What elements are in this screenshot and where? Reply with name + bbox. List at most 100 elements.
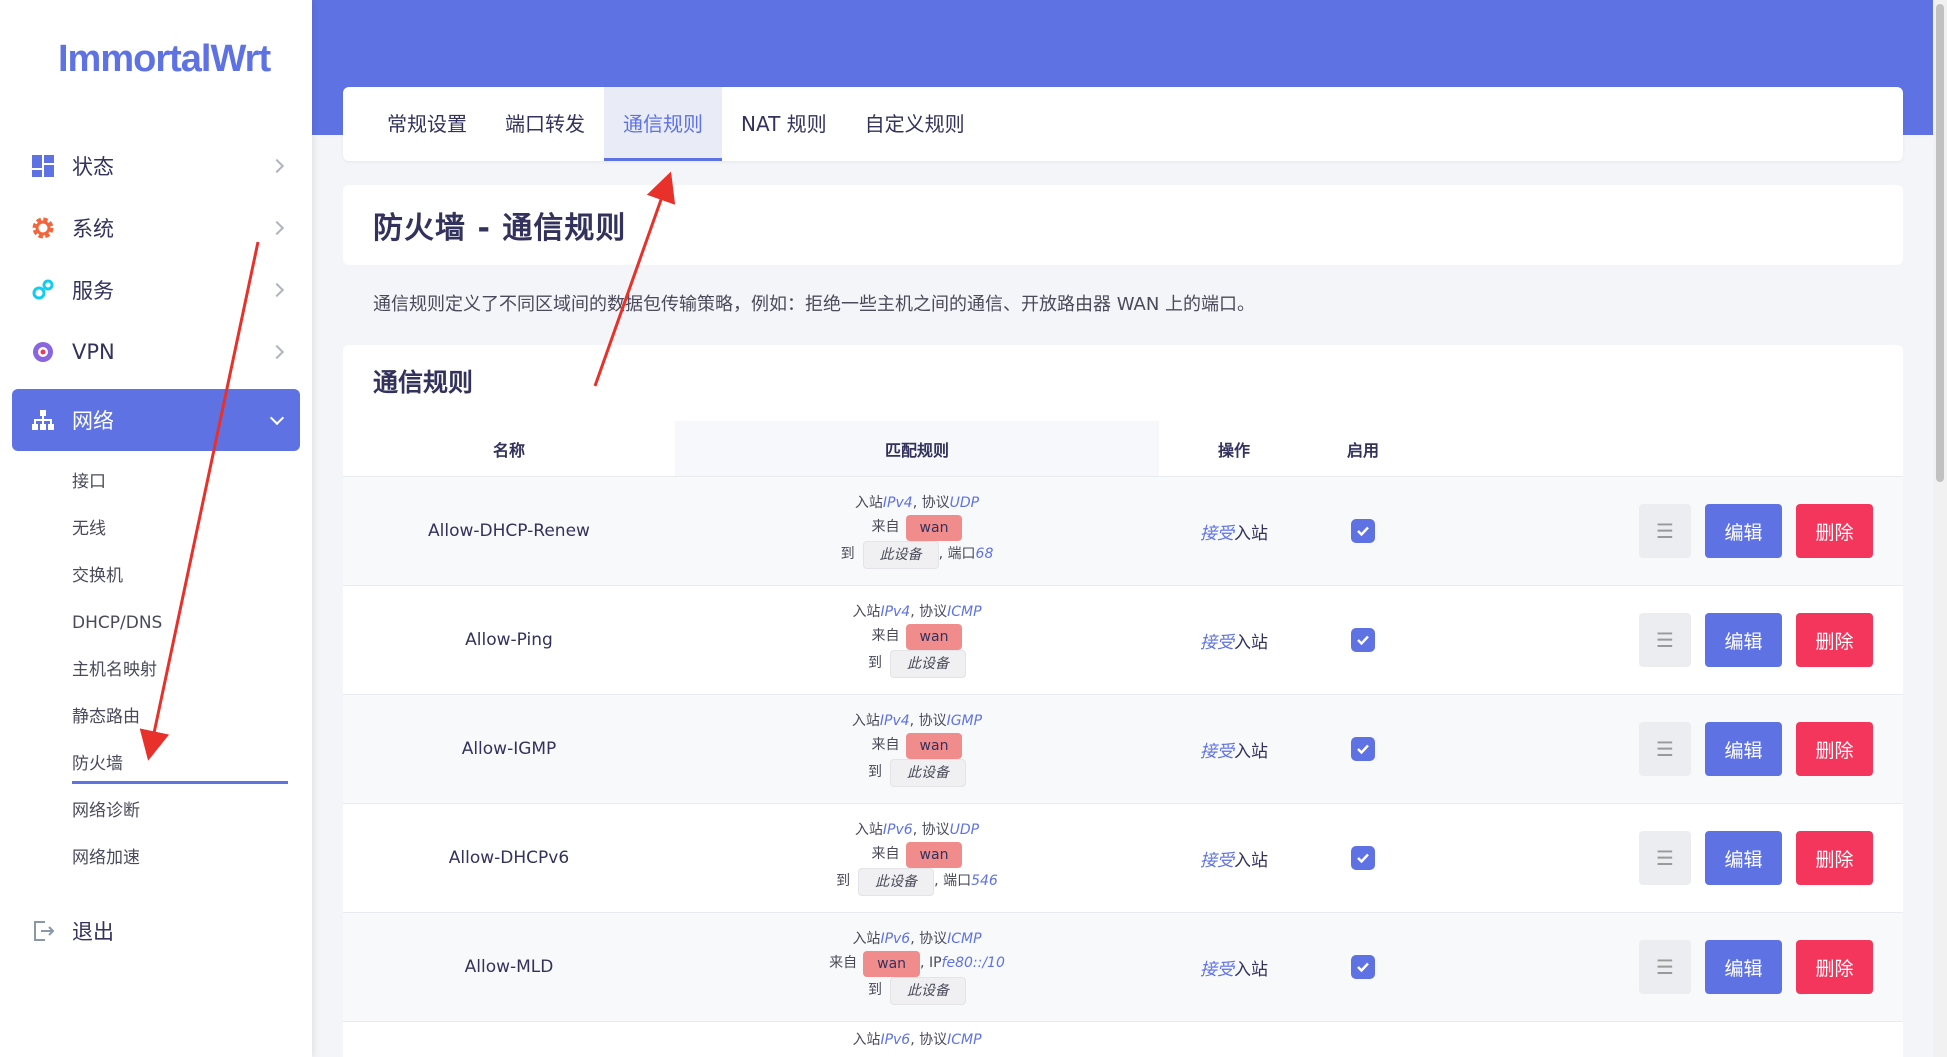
action-accept: 接受 xyxy=(1200,959,1234,980)
source-zone-badge: wan xyxy=(905,732,963,759)
delete-button[interactable]: 删除 xyxy=(1796,831,1873,885)
rule-name: Allow-IGMP xyxy=(461,739,557,759)
tab-nat-rules[interactable]: NAT 规则 xyxy=(722,87,846,161)
sidebar-subitem-firewall[interactable]: 防火墙 xyxy=(0,741,312,788)
match-line-destination: 到此设备, 端口 546 xyxy=(836,867,998,896)
rule-enable-cell xyxy=(1309,477,1417,585)
source-zone-badge: wan xyxy=(905,623,963,650)
action-suffix: 入站 xyxy=(1234,523,1268,544)
tab-custom-rules[interactable]: 自定义规则 xyxy=(846,87,984,161)
ip-version: IPv4 xyxy=(882,495,913,512)
sidebar: ImmortalWrt 状态 系统 服务 VPN 网络 接口 无线 交换机 DH… xyxy=(0,0,312,1057)
tab-port-forward[interactable]: 端口转发 xyxy=(486,87,604,161)
dest-zone-badge: 此设备 xyxy=(890,976,966,1005)
sidebar-subitem-interfaces[interactable]: 接口 xyxy=(0,459,312,506)
edit-button[interactable]: 编辑 xyxy=(1705,504,1782,558)
network-submenu: 接口 无线 交换机 DHCP/DNS 主机名映射 静态路由 防火墙 网络诊断 网… xyxy=(0,451,312,892)
sidebar-subitem-acceleration[interactable]: 网络加速 xyxy=(0,835,312,882)
proto-label: , 协议 xyxy=(910,931,948,948)
edit-button[interactable]: 编辑 xyxy=(1705,613,1782,667)
chevron-down-icon xyxy=(269,410,285,426)
sidebar-item-label: 状态 xyxy=(72,155,114,179)
sidebar-item-vpn[interactable]: VPN xyxy=(0,321,312,383)
delete-button[interactable]: 删除 xyxy=(1796,722,1873,776)
inbound-label: 入站 xyxy=(852,604,881,621)
logout-icon xyxy=(30,918,56,944)
match-line-protocol: 入站 IPv4, 协议 IGMP xyxy=(852,711,982,733)
match-line-destination: 到此设备 xyxy=(868,649,966,678)
sidebar-item-logout[interactable]: 退出 xyxy=(0,900,312,962)
delete-button[interactable]: 删除 xyxy=(1796,940,1873,994)
main-content: 常规设置 端口转发 通信规则 NAT 规则 自定义规则 防火墙 - 通信规则 通… xyxy=(343,87,1903,1057)
match-line-destination: 到此设备, 端口 68 xyxy=(841,540,993,569)
ip-version: IPv6 xyxy=(882,822,913,839)
port-label: , 端口 xyxy=(938,546,976,562)
scrollbar[interactable] xyxy=(1933,0,1947,1057)
sidebar-item-system[interactable]: 系统 xyxy=(0,197,312,259)
sidebar-item-status[interactable]: 状态 xyxy=(0,135,312,197)
drag-handle-button[interactable]: ☰ xyxy=(1639,613,1691,667)
sidebar-item-network[interactable]: 网络 xyxy=(12,389,300,451)
table-row: Allow-MLD 入站 IPv6, 协议 ICMP 来自 wan, IP fe80:… xyxy=(343,913,1903,1022)
rule-buttons: ☰ 编辑 删除 xyxy=(1417,804,1903,912)
edit-button[interactable]: 编辑 xyxy=(1705,940,1782,994)
ip-version: IPv4 xyxy=(879,713,910,730)
drag-handle-button[interactable]: ☰ xyxy=(1639,504,1691,558)
match-line-protocol: 入站 IPv6, 协议 ICMP xyxy=(852,929,981,951)
match-line-source: 来自 wan xyxy=(872,623,963,650)
enable-checkbox[interactable] xyxy=(1351,519,1375,543)
tab-traffic-rules[interactable]: 通信规则 xyxy=(604,87,722,161)
match-line-source: 来自 wan, IP fe80::/10 xyxy=(829,950,1005,977)
sidebar-subitem-dhcp-dns[interactable]: DHCP/DNS xyxy=(0,600,312,647)
chevron-right-icon xyxy=(269,158,285,174)
rule-name xyxy=(343,1022,675,1057)
source-zone-badge: wan xyxy=(905,841,963,868)
sidebar-item-label: 服务 xyxy=(72,279,114,303)
match-line-source: 来自 wan xyxy=(872,514,963,541)
match-line-source: 来自 wan xyxy=(872,841,963,868)
tab-general[interactable]: 常规设置 xyxy=(368,87,486,161)
action-suffix: 入站 xyxy=(1234,632,1268,653)
dest-zone-badge: 此设备 xyxy=(858,867,935,896)
gear-icon xyxy=(30,215,56,241)
scrollbar-thumb[interactable] xyxy=(1936,4,1944,482)
rule-buttons: ☰ 编辑 删除 xyxy=(1417,913,1903,1021)
drag-handle-button[interactable]: ☰ xyxy=(1639,722,1691,776)
rule-action: 接受 入站 xyxy=(1159,477,1309,585)
sidebar-subitem-static-routes[interactable]: 静态路由 xyxy=(0,694,312,741)
table-row: Allow-DHCPv6 入站 IPv6, 协议 UDP 来自 wan 到此设备, 端口… xyxy=(343,804,1903,913)
to-label: 到 xyxy=(868,982,882,998)
drag-handle-button[interactable]: ☰ xyxy=(1639,940,1691,994)
sidebar-subitem-switch[interactable]: 交换机 xyxy=(0,553,312,600)
table-row: Allow-DHCP-Renew 入站 IPv4, 协议 UDP 来自 wan 到此设备… xyxy=(343,477,1903,586)
to-label: 到 xyxy=(868,655,882,671)
rule-enable-cell xyxy=(1309,695,1417,803)
edit-button[interactable]: 编辑 xyxy=(1705,831,1782,885)
enable-checkbox[interactable] xyxy=(1351,737,1375,761)
match-line-destination: 到此设备 xyxy=(868,758,966,787)
sidebar-subitem-diagnostics[interactable]: 网络诊断 xyxy=(0,788,312,835)
column-header-match: 匹配规则 xyxy=(675,421,1159,476)
sidebar-subitem-wireless[interactable]: 无线 xyxy=(0,506,312,553)
delete-button[interactable]: 删除 xyxy=(1796,613,1873,667)
rule-action: 接受 入站 xyxy=(1159,804,1309,912)
enable-checkbox[interactable] xyxy=(1351,846,1375,870)
brand-logo: ImmortalWrt xyxy=(58,38,271,80)
enable-checkbox[interactable] xyxy=(1351,955,1375,979)
protocol-value: ICMP xyxy=(947,1032,982,1048)
proto-label: , 协议 xyxy=(910,604,948,621)
enable-checkbox[interactable] xyxy=(1351,628,1375,652)
sidebar-item-services[interactable]: 服务 xyxy=(0,259,312,321)
sidebar-subitem-hostnames[interactable]: 主机名映射 xyxy=(0,647,312,694)
drag-handle-button[interactable]: ☰ xyxy=(1639,831,1691,885)
inbound-label: 入站 xyxy=(851,713,880,730)
match-line-protocol: 入站 IPv4, 协议 UDP xyxy=(855,493,979,515)
delete-button[interactable]: 删除 xyxy=(1796,504,1873,558)
vpn-icon xyxy=(30,339,56,365)
edit-button[interactable]: 编辑 xyxy=(1705,722,1782,776)
action-suffix: 入站 xyxy=(1234,850,1268,871)
rule-match: 入站 IPv6, 协议 ICMP xyxy=(675,1022,1159,1057)
tab-bar: 常规设置 端口转发 通信规则 NAT 规则 自定义规则 xyxy=(343,87,1903,161)
protocol-value: ICMP xyxy=(947,931,982,948)
chevron-right-icon xyxy=(269,344,285,360)
